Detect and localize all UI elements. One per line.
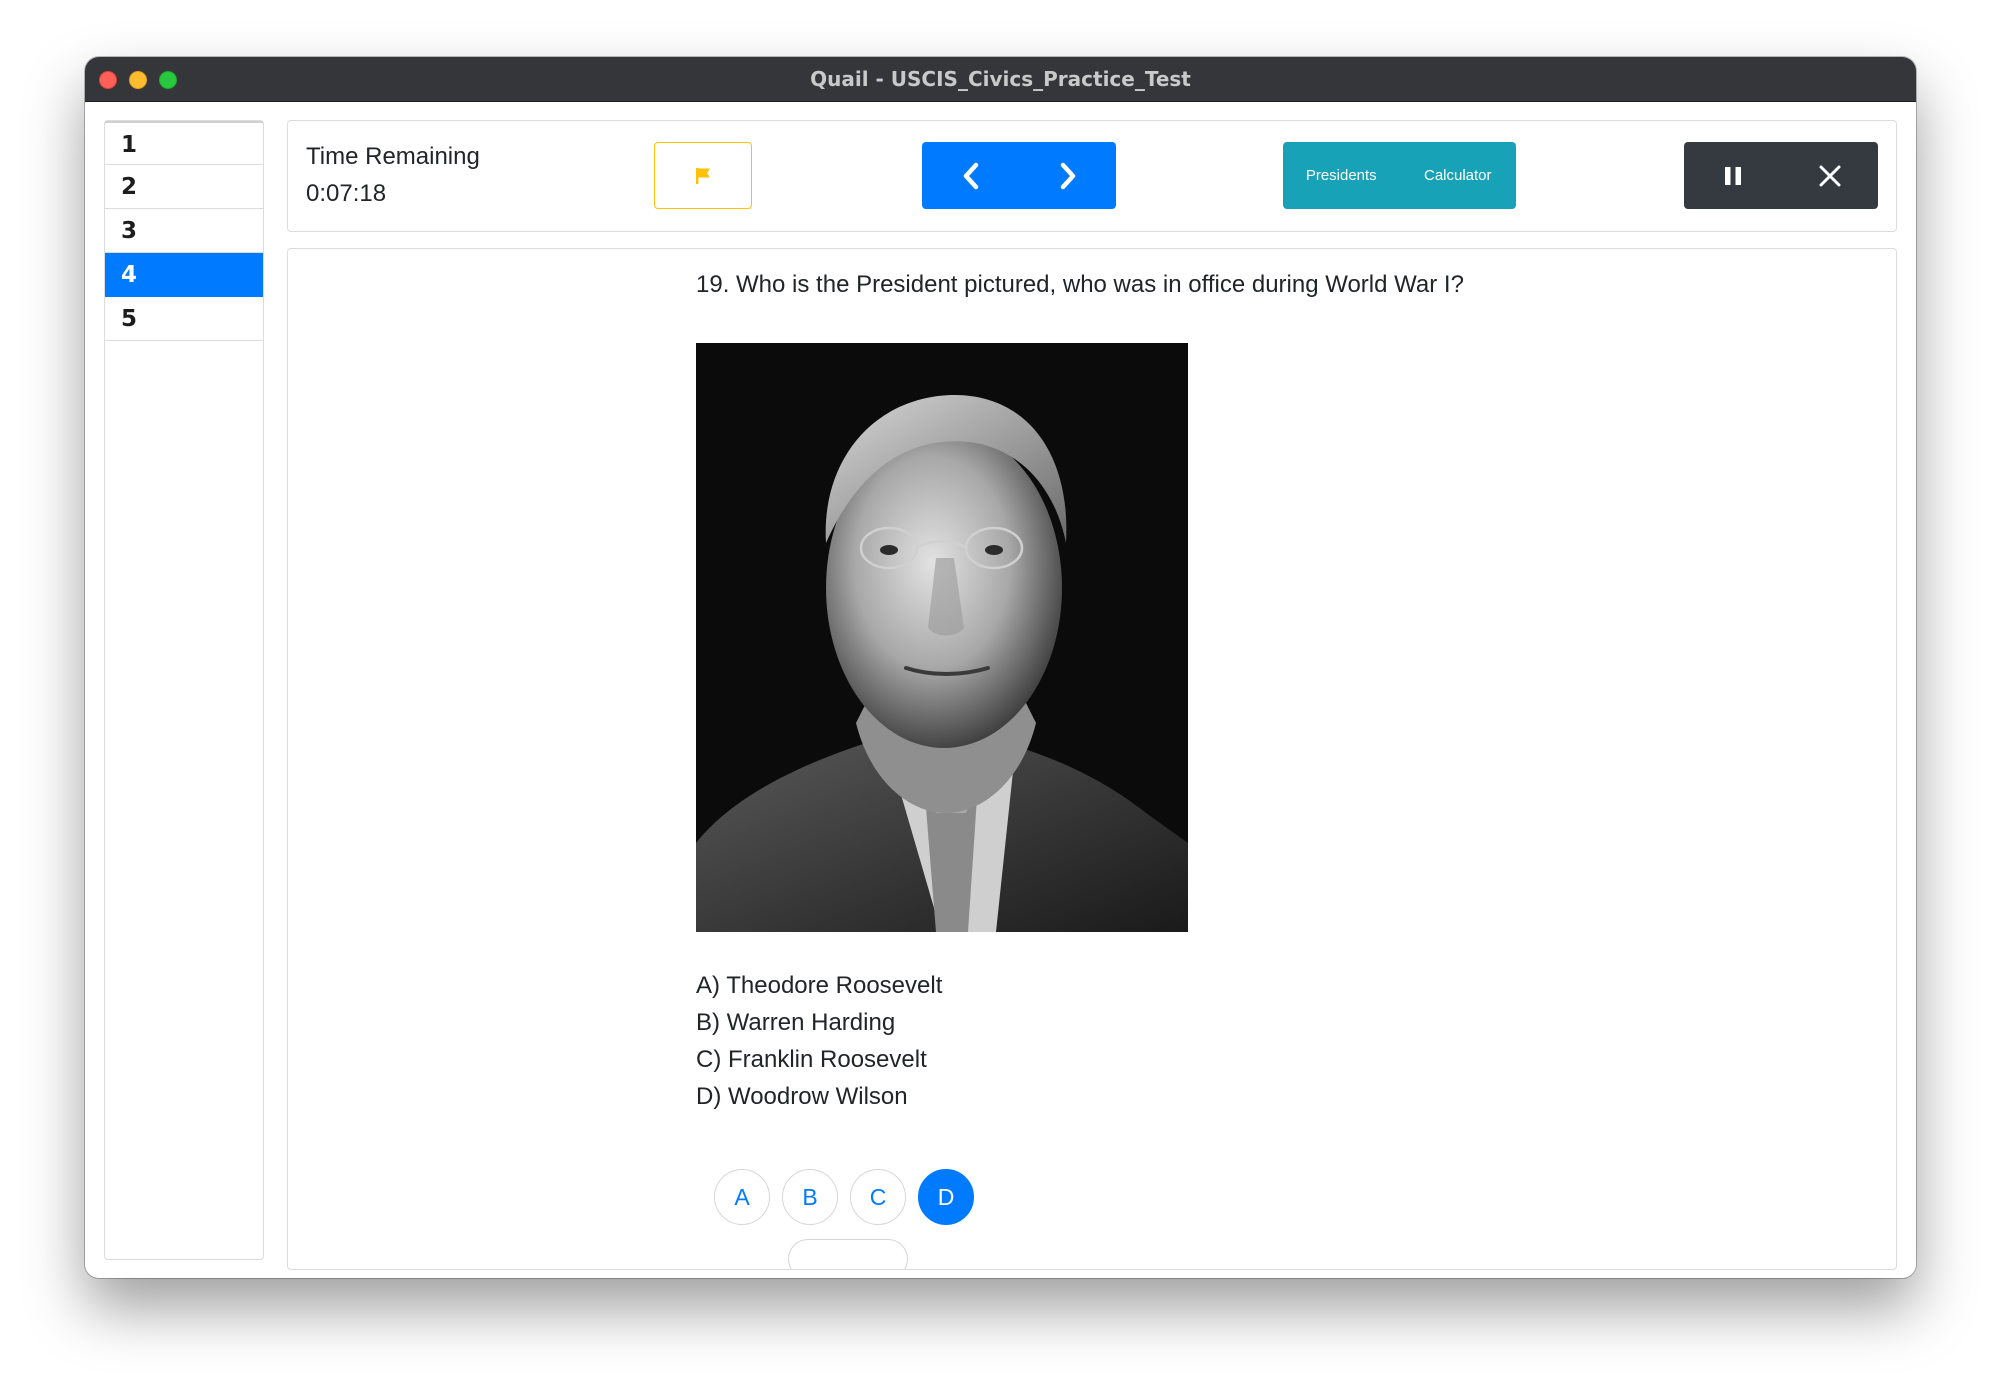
option-a: A) Theodore Roosevelt — [696, 972, 943, 999]
test-controls-group — [1684, 142, 1878, 209]
question-panel: 19. Who is the President pictured, who w… — [287, 248, 1897, 1270]
option-c: C) Franklin Roosevelt — [696, 1046, 927, 1073]
test-toolbar: Time Remaining 0:07:18 Presidents Calcul… — [287, 120, 1897, 232]
title-bar: Quail - USCIS_Civics_Practice_Test — [85, 57, 1916, 102]
option-d: D) Woodrow Wilson — [696, 1083, 908, 1110]
next-question-button[interactable] — [1019, 142, 1116, 209]
question-navigator: 1 2 3 4 5 — [104, 120, 264, 1260]
question-nav-item-4[interactable]: 4 — [105, 253, 263, 297]
timer-label: Time Remaining — [306, 143, 480, 170]
answer-a-button[interactable]: A — [714, 1169, 770, 1225]
answer-d-button[interactable]: D — [918, 1169, 974, 1225]
calculator-button[interactable]: Calculator — [1400, 142, 1517, 209]
app-window: Quail - USCIS_Civics_Practice_Test 1 2 3… — [85, 57, 1916, 1278]
app-content: 1 2 3 4 5 Time Remaining 0:07:18 Preside… — [85, 102, 1916, 1278]
question-nav-item-5[interactable]: 5 — [105, 297, 263, 341]
timer-value: 0:07:18 — [306, 180, 387, 207]
end-test-button[interactable] — [1781, 142, 1878, 209]
president-portrait — [696, 343, 1188, 932]
window-title: Quail - USCIS_Civics_Practice_Test — [810, 67, 1191, 91]
question-navigation-group — [922, 142, 1116, 209]
previous-question-button[interactable] — [922, 142, 1019, 209]
presidents-button[interactable]: Presidents — [1283, 142, 1400, 209]
chevron-right-icon — [1060, 162, 1075, 189]
pause-button[interactable] — [1684, 142, 1781, 209]
pause-icon — [1724, 166, 1741, 185]
question-text: 19. Who is the President pictured, who w… — [696, 271, 1464, 298]
flag-icon — [696, 167, 710, 184]
answer-options-list: A) Theodore Roosevelt B) Warren Harding … — [696, 967, 942, 1115]
submit-button[interactable] — [788, 1239, 908, 1269]
chevron-left-icon — [963, 162, 978, 189]
option-b: B) Warren Harding — [696, 1009, 896, 1036]
question-nav-item-2[interactable]: 2 — [105, 165, 263, 209]
flag-question-button[interactable] — [654, 142, 752, 209]
question-nav-item-1[interactable]: 1 — [105, 121, 263, 165]
reference-tools-group: Presidents Calculator — [1283, 142, 1516, 209]
close-icon — [1819, 165, 1840, 186]
answer-c-button[interactable]: C — [850, 1169, 906, 1225]
answer-buttons: A B C D — [714, 1169, 974, 1225]
question-nav-item-3[interactable]: 3 — [105, 209, 263, 253]
answer-b-button[interactable]: B — [782, 1169, 838, 1225]
